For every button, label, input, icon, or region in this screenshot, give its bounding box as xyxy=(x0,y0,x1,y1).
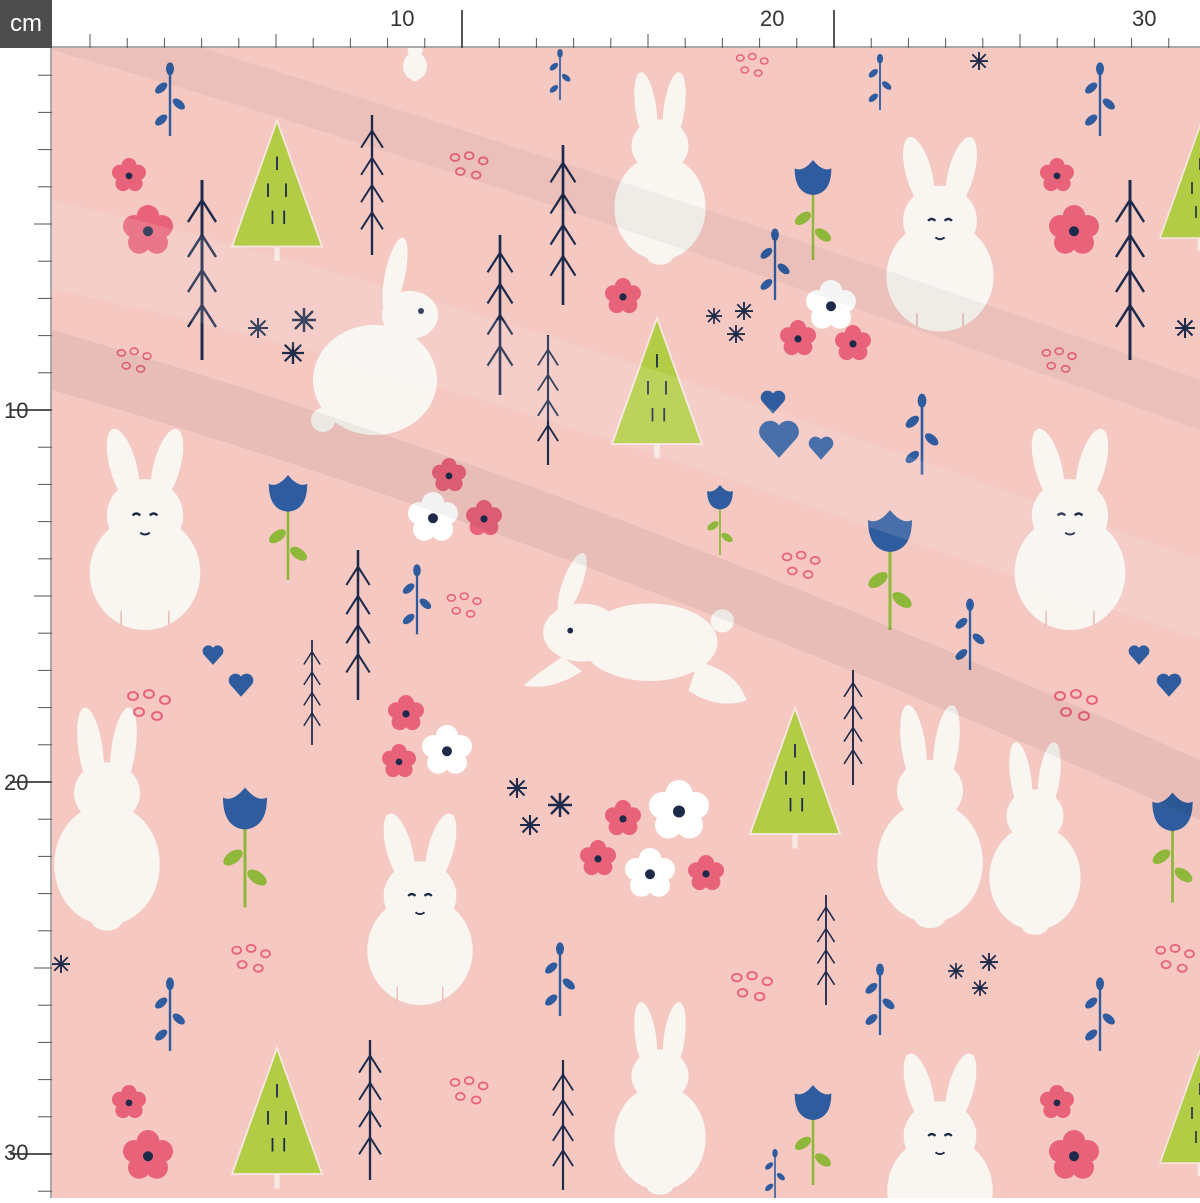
left-ruler-label-10: 10 xyxy=(4,398,29,423)
left-ruler: 10 20 30 xyxy=(0,48,52,1198)
snowflake-motif xyxy=(971,979,989,997)
snowflake-motif xyxy=(505,776,529,800)
left-ruler-label-20: 20 xyxy=(4,770,29,795)
snowflake-motif xyxy=(734,301,754,321)
top-ruler-label-20: 20 xyxy=(760,6,785,31)
snowflake-motif xyxy=(705,307,723,325)
left-ruler-ticks xyxy=(10,48,52,1198)
snowflake-motif xyxy=(969,51,989,71)
top-ruler-label-10: 10 xyxy=(390,6,415,31)
snowflake-motif xyxy=(546,791,574,819)
top-ruler-label-30: 30 xyxy=(1132,6,1157,31)
snowflake-motif xyxy=(947,962,965,980)
fabric-swatch: .rab { fill:#f9f6f2; } xyxy=(52,48,1200,1198)
snowflake-motif xyxy=(979,952,999,972)
top-ruler: 10 20 30 xyxy=(52,0,1200,48)
snowflake-motif xyxy=(726,324,746,344)
snowflake-motif xyxy=(1173,316,1197,340)
unit-label: cm xyxy=(0,0,52,48)
snowflake-motif xyxy=(518,813,542,837)
top-ruler-ticks xyxy=(52,10,1200,48)
left-ruler-label-30: 30 xyxy=(4,1140,29,1165)
fabric-pattern: .rab { fill:#f9f6f2; } xyxy=(52,48,1200,1198)
snowflake-motif xyxy=(52,954,71,974)
